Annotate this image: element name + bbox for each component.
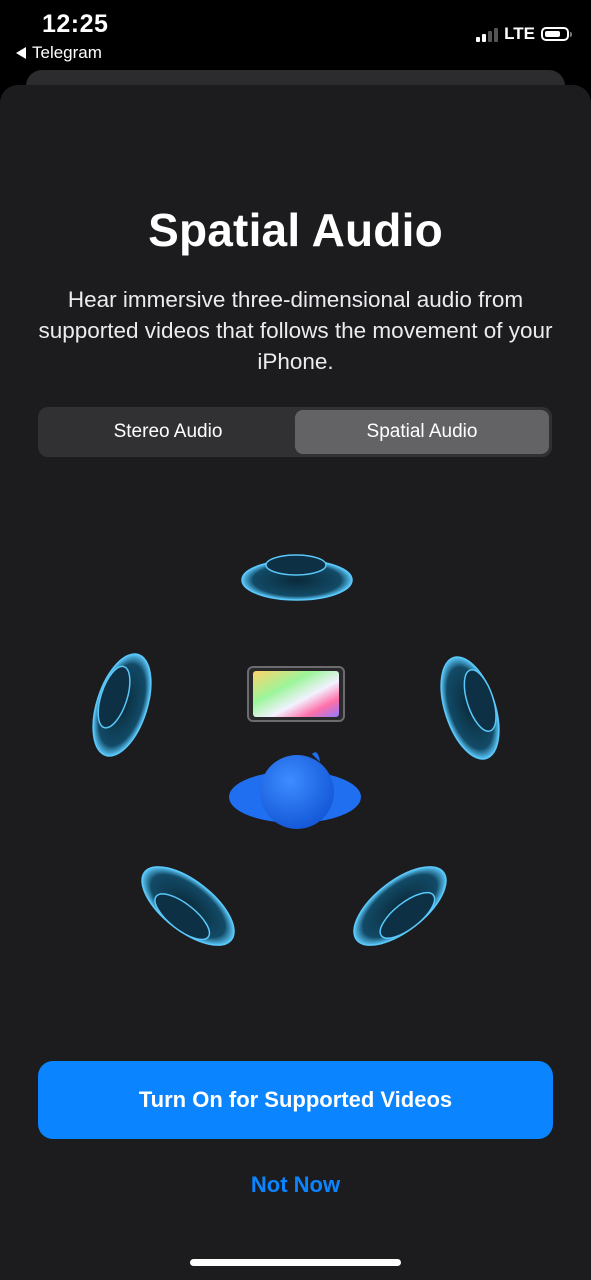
- not-now-button[interactable]: Not Now: [0, 1172, 591, 1198]
- segment-stereo-audio[interactable]: Stereo Audio: [41, 410, 295, 454]
- home-indicator[interactable]: [190, 1259, 401, 1266]
- turn-on-button[interactable]: Turn On for Supported Videos: [38, 1061, 553, 1139]
- speaker-top-icon: [241, 554, 353, 601]
- back-arrow-icon: [16, 47, 26, 59]
- speaker-left-icon: [92, 653, 152, 757]
- signal-strength-icon: [476, 26, 499, 42]
- status-time: 12:25: [42, 10, 109, 38]
- ipad-screen-icon: [247, 666, 345, 722]
- segment-spatial-audio[interactable]: Spatial Audio: [295, 410, 549, 454]
- back-to-telegram-link[interactable]: Telegram: [16, 43, 102, 63]
- sheet-title: Spatial Audio: [148, 204, 443, 256]
- speaker-right-icon: [440, 656, 500, 760]
- status-indicators: LTE: [476, 24, 572, 44]
- speaker-bottom-left-icon: [141, 866, 235, 946]
- speaker-bottom-right-icon: [353, 866, 447, 946]
- screen: 12:25 Telegram LTE Spatial Audio Hear im…: [0, 0, 591, 1280]
- sheet-description: Hear immersive three-dimensional audio f…: [38, 287, 553, 374]
- listener-head-icon: [229, 752, 361, 829]
- back-label: Telegram: [32, 43, 102, 62]
- audio-mode-segmented-control[interactable]: Stereo Audio Spatial Audio: [38, 407, 552, 457]
- spatial-audio-illustration: [92, 554, 500, 946]
- battery-icon: [541, 27, 572, 41]
- network-type: LTE: [504, 24, 535, 43]
